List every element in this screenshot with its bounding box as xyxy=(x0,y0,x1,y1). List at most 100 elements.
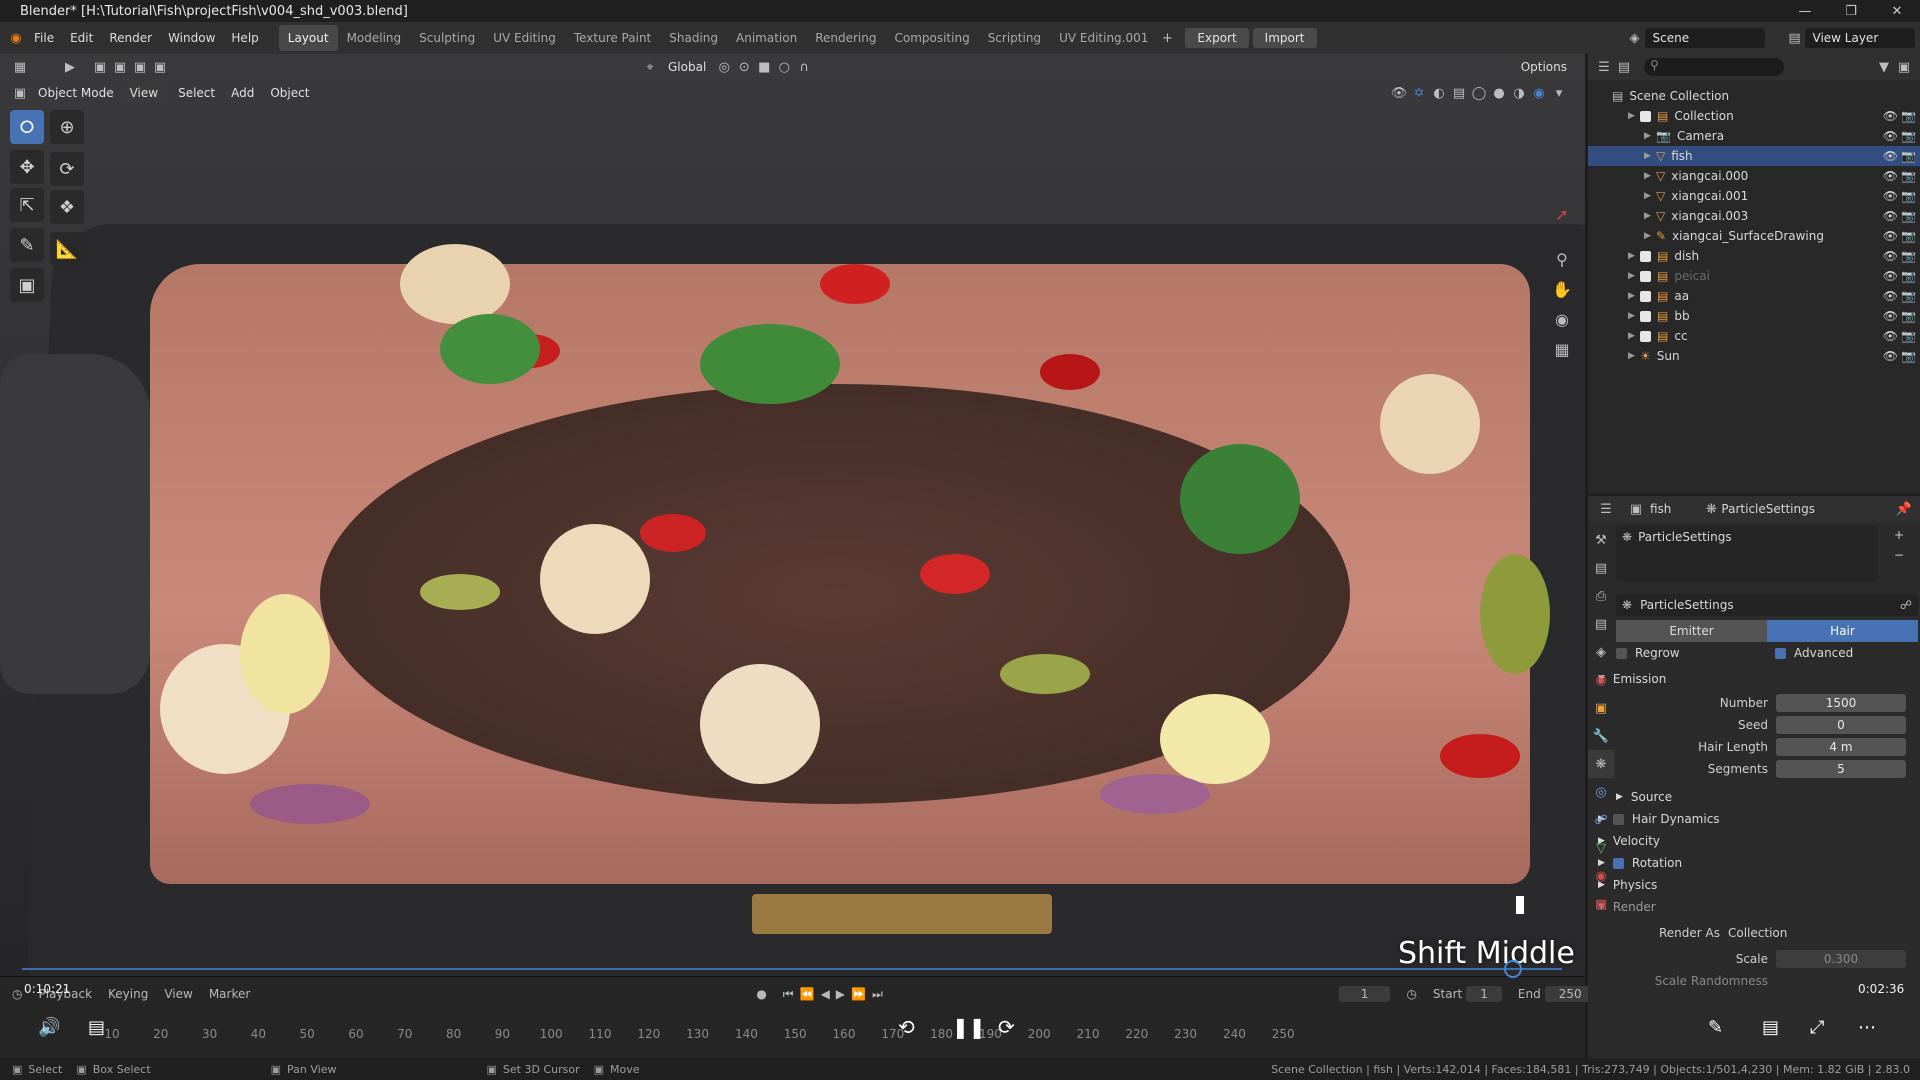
visibility-eye-icon[interactable]: 👁 xyxy=(1883,169,1898,183)
video-progress-bar[interactable] xyxy=(22,960,1562,978)
tab-scripting[interactable]: Scripting xyxy=(979,25,1050,51)
zoom-icon[interactable]: ⚲ xyxy=(1547,244,1577,274)
visibility-eye-icon[interactable]: 👁 xyxy=(1883,289,1898,303)
expand-triangle-icon[interactable]: ▶ xyxy=(1628,311,1640,321)
blender-logo-icon[interactable]: ◉ xyxy=(6,28,26,48)
slot-remove-icon[interactable]: − xyxy=(1894,548,1904,562)
tab-material-icon[interactable]: ◉ xyxy=(1588,862,1614,890)
restore-icon[interactable]: ❐ xyxy=(1828,4,1874,19)
tab-render-icon[interactable]: ▤ xyxy=(1588,554,1614,582)
display-mode-icon[interactable]: ▤ xyxy=(1614,57,1634,77)
number-field[interactable]: 1500 xyxy=(1776,694,1906,712)
measure-tool-icon[interactable]: 📐 xyxy=(50,232,84,266)
expand-triangle-icon[interactable]: ▶ xyxy=(1628,111,1640,121)
tab-animation[interactable]: Animation xyxy=(727,25,806,51)
select-box-tool-icon[interactable]: ⭘ xyxy=(10,110,44,144)
render-camera-icon[interactable]: 📷 xyxy=(1901,309,1916,323)
select-mode-extend-icon[interactable]: ▣ xyxy=(110,57,130,77)
tab-physics-icon[interactable]: ◎ xyxy=(1588,778,1614,806)
play-reverse-icon[interactable]: ◀ xyxy=(821,987,830,1001)
next-key-icon[interactable]: ⏩ xyxy=(851,987,866,1001)
visibility-eye-icon[interactable]: 👁 xyxy=(1883,129,1898,143)
tree-item-xiangcai-surfacedrawing[interactable]: ▶ ✎ xiangcai_SurfaceDrawing 👁 📷 xyxy=(1588,226,1920,246)
falloff-icon[interactable]: ∩ xyxy=(794,57,814,77)
gizmo-icon[interactable]: ✡ xyxy=(1409,83,1429,103)
render-panel-header[interactable]: ▼ Render xyxy=(1592,896,1918,918)
video-subtitles-icon[interactable]: ▤ xyxy=(88,1017,105,1038)
outliner-search-input[interactable]: ⚲ xyxy=(1644,58,1784,76)
add-workspace-icon[interactable]: + xyxy=(1157,28,1177,48)
shading-solid-icon[interactable]: ● xyxy=(1489,83,1509,103)
visibility-icon[interactable]: 👁 xyxy=(1389,83,1409,103)
transform-tool-icon[interactable]: ❖ xyxy=(50,190,84,224)
collection-checkbox[interactable] xyxy=(1640,270,1651,282)
tab-sculpting[interactable]: Sculpting xyxy=(410,25,484,51)
fake-user-icon[interactable]: ☍ xyxy=(1900,598,1912,612)
import-button[interactable]: Import xyxy=(1252,28,1317,48)
select-mode-subtract-icon[interactable]: ▣ xyxy=(130,57,150,77)
expand-triangle-icon[interactable]: ▶ xyxy=(1644,131,1656,141)
physics-panel[interactable]: ▶ Physics xyxy=(1592,874,1918,896)
expand-triangle-icon[interactable]: ▶ xyxy=(1628,351,1640,361)
tree-item-camera[interactable]: ▶ 📷 Camera 👁 📷 xyxy=(1588,126,1920,146)
tab-uv-editing-001[interactable]: UV Editing.001 xyxy=(1050,25,1157,51)
filter-icon[interactable]: ▼ xyxy=(1874,57,1894,77)
editor-type-icon[interactable]: ▦ xyxy=(10,57,30,77)
visibility-eye-icon[interactable]: 👁 xyxy=(1883,109,1898,123)
video-forward-icon[interactable]: ⟳ xyxy=(998,1015,1015,1039)
timeline-editor-icon[interactable]: ◷ xyxy=(12,987,22,1001)
scale-field[interactable]: 0.300 xyxy=(1776,950,1906,968)
seed-field[interactable]: 0 xyxy=(1776,716,1906,734)
axis-gizmo-icon[interactable]: ➚ xyxy=(1547,184,1577,244)
advanced-checkbox[interactable] xyxy=(1775,647,1786,659)
video-replay-icon[interactable]: ⟲ xyxy=(898,1015,915,1039)
view-layer-field[interactable]: View Layer xyxy=(1804,28,1915,48)
proportional-edit-icon[interactable]: ○ xyxy=(774,57,794,77)
tab-data-icon[interactable]: ▽ xyxy=(1588,834,1614,862)
transform-orientation-icon[interactable]: ⌖ xyxy=(640,57,660,77)
tab-texture-icon[interactable]: ▦ xyxy=(1588,890,1614,918)
export-button[interactable]: Export xyxy=(1185,28,1249,48)
render-camera-icon[interactable]: 📷 xyxy=(1901,149,1916,163)
type-hair-button[interactable]: Hair xyxy=(1767,620,1918,642)
hair-dynamics-checkbox[interactable] xyxy=(1612,813,1624,825)
tab-particles-icon[interactable]: ❋ xyxy=(1588,750,1614,778)
tab-texture-paint[interactable]: Texture Paint xyxy=(565,25,660,51)
visibility-eye-icon[interactable]: 👁 xyxy=(1883,209,1898,223)
tree-item-collection[interactable]: ▶ ▤ Collection 👁 📷 xyxy=(1588,106,1920,126)
menu-help[interactable]: Help xyxy=(223,31,266,45)
tree-item-xiangcai-003[interactable]: ▶ ▽ xiangcai.003 👁 📷 xyxy=(1588,206,1920,226)
properties-editor-icon[interactable]: ☰ xyxy=(1596,499,1616,519)
tab-uv-editing[interactable]: UV Editing xyxy=(484,25,565,51)
play-icon[interactable]: ▶ xyxy=(836,987,845,1001)
video-progress-knob[interactable] xyxy=(1503,960,1522,978)
clock-icon[interactable]: ◷ xyxy=(1406,987,1416,1001)
outliner-editor-icon[interactable]: ☰ xyxy=(1594,57,1614,77)
tree-item-aa[interactable]: ▶ ▤ aa 👁 📷 xyxy=(1588,286,1920,306)
slot-add-icon[interactable]: + xyxy=(1894,528,1904,542)
visibility-eye-icon[interactable]: 👁 xyxy=(1883,229,1898,243)
expand-triangle-icon[interactable]: ▶ xyxy=(1628,271,1640,281)
cursor-tool-icon[interactable]: ⊕ xyxy=(50,110,84,144)
menu-view[interactable]: View xyxy=(121,84,167,102)
menu-timeline-view[interactable]: View xyxy=(164,987,192,1001)
scale-tool-icon[interactable]: ⇱ xyxy=(10,188,44,222)
tab-constraints-icon[interactable]: ☍ xyxy=(1588,806,1614,834)
jump-start-icon[interactable]: ⏮ xyxy=(783,987,794,1002)
pin-icon[interactable]: 📌 xyxy=(1894,499,1914,519)
collection-checkbox[interactable] xyxy=(1640,250,1651,262)
render-camera-icon[interactable]: 📷 xyxy=(1901,129,1916,143)
tab-modeling[interactable]: Modeling xyxy=(338,25,411,51)
shading-options-icon[interactable]: ▾ xyxy=(1549,83,1569,103)
current-frame-field[interactable]: 1 xyxy=(1338,986,1391,1002)
tab-world-icon[interactable]: ◉ xyxy=(1588,666,1614,694)
tab-output-icon[interactable]: ⎙ xyxy=(1588,582,1614,610)
menu-file[interactable]: File xyxy=(26,31,62,45)
render-camera-icon[interactable]: 📷 xyxy=(1901,229,1916,243)
move-tool-icon[interactable]: ✥ xyxy=(10,150,44,184)
video-more-icon[interactable]: ⋯ xyxy=(1858,1017,1876,1038)
view-layer-icon[interactable]: ▤ xyxy=(1785,28,1805,48)
shading-rendered-icon[interactable]: ◉ xyxy=(1529,83,1549,103)
close-icon[interactable]: ✕ xyxy=(1874,4,1920,19)
collection-checkbox[interactable] xyxy=(1640,110,1651,122)
